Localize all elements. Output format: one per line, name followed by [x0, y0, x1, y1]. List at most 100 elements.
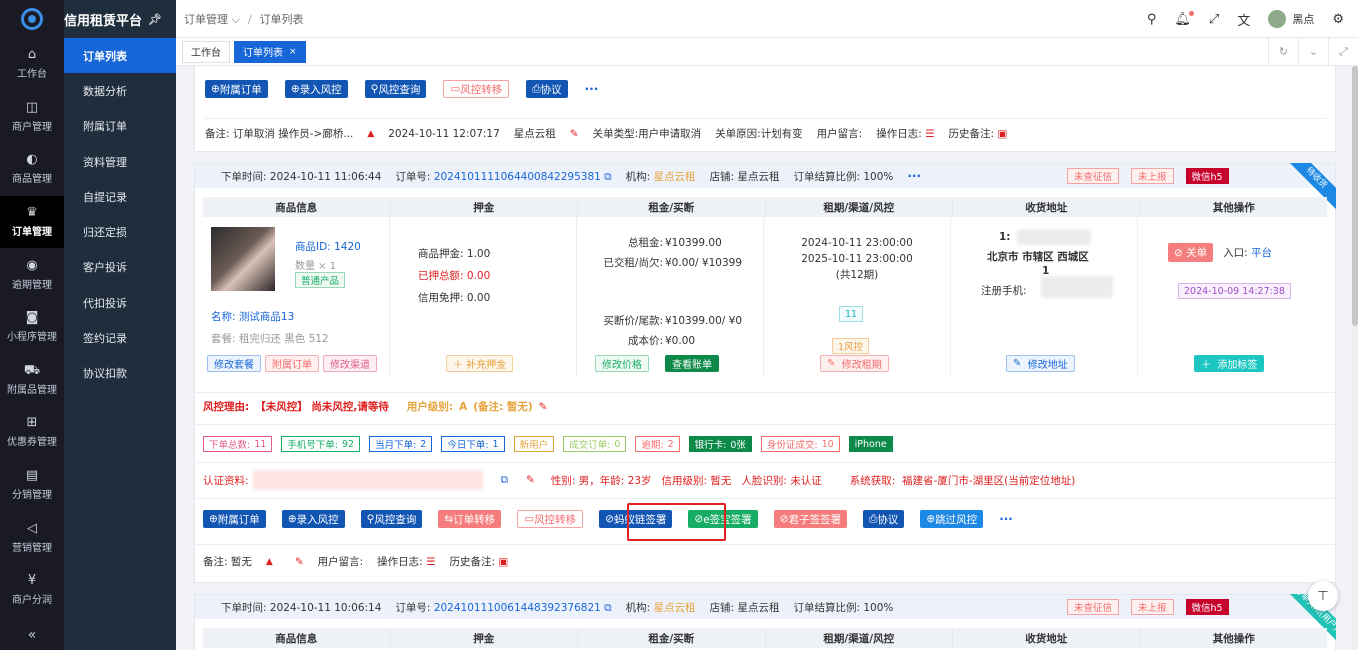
stat-chip: 逾期: 2 [635, 436, 680, 452]
submenu-item-2[interactable]: 附属订单 [64, 109, 176, 144]
submenu-item-7[interactable]: 代扣投诉 [64, 285, 176, 320]
more-icon[interactable]: ··· [907, 169, 921, 183]
nav-item-3[interactable]: ♛ 订单管理 [0, 195, 64, 249]
prev-action-button-2[interactable]: ⚲ 风控查询 [364, 80, 427, 98]
submenu-item-5[interactable]: 归还定损 [64, 214, 176, 249]
order-action-button-4[interactable]: ▭ 风控转移 [517, 510, 584, 528]
breadcrumb-current: 订单列表 [259, 12, 304, 26]
bell-icon[interactable]: 🔔︎ [1174, 10, 1194, 27]
remark-text: 备注: 订单取消 操作员->廊桥... [205, 126, 353, 141]
triangle-up-icon[interactable]: ▲ [266, 557, 273, 567]
rent-value: ¥0.00/ ¥10399 [665, 257, 743, 269]
triangle-up-icon[interactable]: ▲ [367, 129, 374, 139]
view-bill-button[interactable]: 查看账单 [665, 355, 719, 372]
nav-item-7[interactable]: ⊞ 优惠券管理 [0, 406, 64, 459]
nav-item-1[interactable]: ◫ 商户管理 [0, 91, 64, 144]
edit-channel-button[interactable]: 修改渠道 [323, 355, 377, 372]
order-action-button-0[interactable]: ⊕ 附属订单 [203, 510, 266, 528]
scrollbar-thumb[interactable] [1352, 66, 1358, 326]
edit-address-button[interactable]: ✎ 修改地址 [1006, 355, 1075, 372]
fullscreen-icon[interactable]: ⤢ [1209, 12, 1219, 27]
edit-period-button[interactable]: ✎ 修改租期 [820, 355, 889, 372]
prev-action-button-0[interactable]: ⊕ 附属订单 [205, 80, 268, 98]
submenu-item-3[interactable]: 资料管理 [64, 144, 176, 179]
copy-icon[interactable]: ⧉ [604, 171, 612, 183]
copy-icon[interactable]: ⧉ [604, 602, 612, 614]
calendar-icon[interactable]: ▣ [498, 556, 508, 568]
collapse-sidebar-button[interactable]: « [0, 620, 64, 650]
order-action-button-8[interactable]: ⎙ 协议 [862, 510, 905, 528]
nav-item-9[interactable]: ◁ 营销管理 [0, 511, 64, 564]
page-scrollbar[interactable] [1352, 66, 1358, 650]
sub-order-button[interactable]: 附属订单 [265, 355, 319, 372]
edit-icon[interactable]: ✎ [295, 556, 304, 568]
translate-icon[interactable]: 文 [1237, 10, 1250, 29]
submenu-item-8[interactable]: 签约记录 [64, 320, 176, 355]
submenu-item-9[interactable]: 协议扣款 [64, 356, 176, 391]
order-action-button-7[interactable]: ⊘ 君子签签署 [773, 510, 847, 528]
col-other: 其他操作 [1212, 632, 1255, 645]
close-icon[interactable]: × [289, 47, 297, 57]
list-icon[interactable]: ☰ [925, 128, 934, 140]
tab-order-list[interactable]: 订单列表 × [234, 40, 306, 63]
more-icon[interactable]: ··· [999, 512, 1013, 526]
tab-workbench[interactable]: 工作台 [182, 40, 230, 63]
add-tag-button[interactable]: ＋ 添加标签 [1194, 355, 1265, 372]
prev-action-button-3[interactable]: ▭ 风控转移 [443, 80, 510, 98]
submenu-panel: 订单列表 数据分析 附属订单 资料管理 自提记录 归还定损 客户投诉 代扣投诉 签约记录 协议扣款 [64, 0, 176, 650]
nav-item-10[interactable]: ¥ 商户分润 [0, 564, 64, 617]
close-order-button[interactable]: ⊘ 关单 [1168, 243, 1214, 262]
prev-action-button-1[interactable]: ⊕ 录入风控 [284, 80, 348, 98]
order-number-value[interactable]: 20241011100614483923768​21 [434, 602, 601, 614]
nav-item-4[interactable]: ◉ 逾期管理 [0, 248, 64, 301]
avatar[interactable] [1268, 10, 1287, 28]
edit-icon[interactable]: ✎ [570, 128, 579, 140]
nav-item-5[interactable]: ◙ 小程序管理 [0, 301, 64, 354]
risk-reason: 【未风控】 尚未风控,请等待 [255, 401, 389, 413]
order-number-value[interactable]: 20241011110644008422953​81 [434, 171, 601, 183]
more-icon[interactable]: ··· [585, 82, 599, 96]
edit-icon[interactable]: ✎ [526, 474, 535, 486]
back-to-top-button[interactable]: ⊤ [1308, 581, 1338, 611]
order-action-button-1[interactable]: ⊕ 录入风控 [281, 510, 345, 528]
nav-item-8[interactable]: ▤ 分销管理 [0, 459, 64, 512]
settings-gear-icon[interactable]: ⚙ [1332, 12, 1344, 27]
search-icon[interactable]: ⚲ [1147, 12, 1157, 27]
period-info: 2024-10-11 23:00:00 2025-10-11 23:00:00 … [764, 235, 950, 283]
copy-icon[interactable]: ⧉ [501, 474, 509, 487]
submenu-item-6[interactable]: 客户投诉 [64, 250, 176, 285]
order-time-label: 下单时间: [221, 170, 267, 183]
breadcrumb-parent[interactable]: 订单管理 [184, 13, 228, 26]
add-deposit-button[interactable]: ＋ 补充押金 [446, 355, 514, 372]
cart-icon: ⛟ [23, 362, 41, 378]
stat-label: 下单总数: [209, 440, 251, 451]
nav-item-label: 附属品管理 [7, 384, 57, 396]
order-action-button-9[interactable]: ⊕ 跳过风控 [920, 510, 984, 528]
list-icon[interactable]: ☰ [426, 556, 435, 568]
prev-action-button-4[interactable]: ⎙ 协议 [526, 80, 568, 98]
submenu-item-4[interactable]: 自提记录 [64, 179, 176, 214]
fullscreen-icon[interactable]: ⤢ [1328, 38, 1358, 65]
stat-label: 新用户 [519, 440, 549, 451]
order-action-button-2[interactable]: ⚲ 风控查询 [360, 510, 423, 528]
submenu-item-0[interactable]: 订单列表 [64, 38, 176, 74]
credit-level: 信用级别: 暂无 [662, 473, 732, 488]
col-period: 租期/渠道/风控 [766, 197, 953, 217]
nav-item-2[interactable]: ◐ 商品管理 [0, 143, 64, 196]
chevron-down-icon[interactable]: ⌄ [1298, 38, 1328, 65]
plan-value: 租完归还 黑色 512 [238, 333, 329, 345]
user-name[interactable]: 黑点 [1292, 11, 1314, 27]
product-name-label: 名称: [211, 311, 236, 323]
edit-price-button[interactable]: 修改价格 [595, 355, 649, 372]
pin-icon[interactable]: 📌︎ [148, 13, 162, 26]
nav-item-6[interactable]: ⛟ 附属品管理 [0, 354, 64, 407]
edit-plan-button[interactable]: 修改套餐 [207, 355, 261, 372]
order-action-button-3[interactable]: ⇆ 订单转移 [438, 510, 502, 528]
edit-icon[interactable]: ✎ [539, 401, 548, 413]
refresh-icon[interactable]: ↻ [1268, 38, 1298, 65]
submenu-item-1[interactable]: 数据分析 [64, 73, 176, 108]
calendar-icon[interactable]: ▣ [997, 128, 1007, 140]
nav-item-0[interactable]: ⌂ 工作台 [0, 38, 64, 91]
product-image[interactable] [211, 227, 275, 291]
product-name[interactable]: 名称: 测试商品13 [211, 309, 294, 324]
